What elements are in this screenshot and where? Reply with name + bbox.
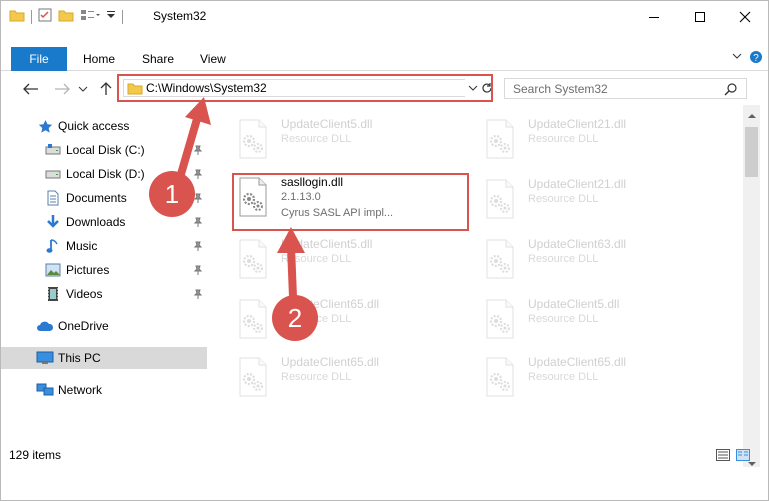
annotation-badge-2: 2 [272,295,318,341]
annotation-badge-1: 1 [149,171,195,217]
annotation-arrows [175,97,305,298]
file-explorer-window: System32 File Home Share View ? C:\Windo… [0,0,769,501]
annotation-arrow-1 [175,97,211,183]
annotation-arrow-2 [277,227,305,298]
